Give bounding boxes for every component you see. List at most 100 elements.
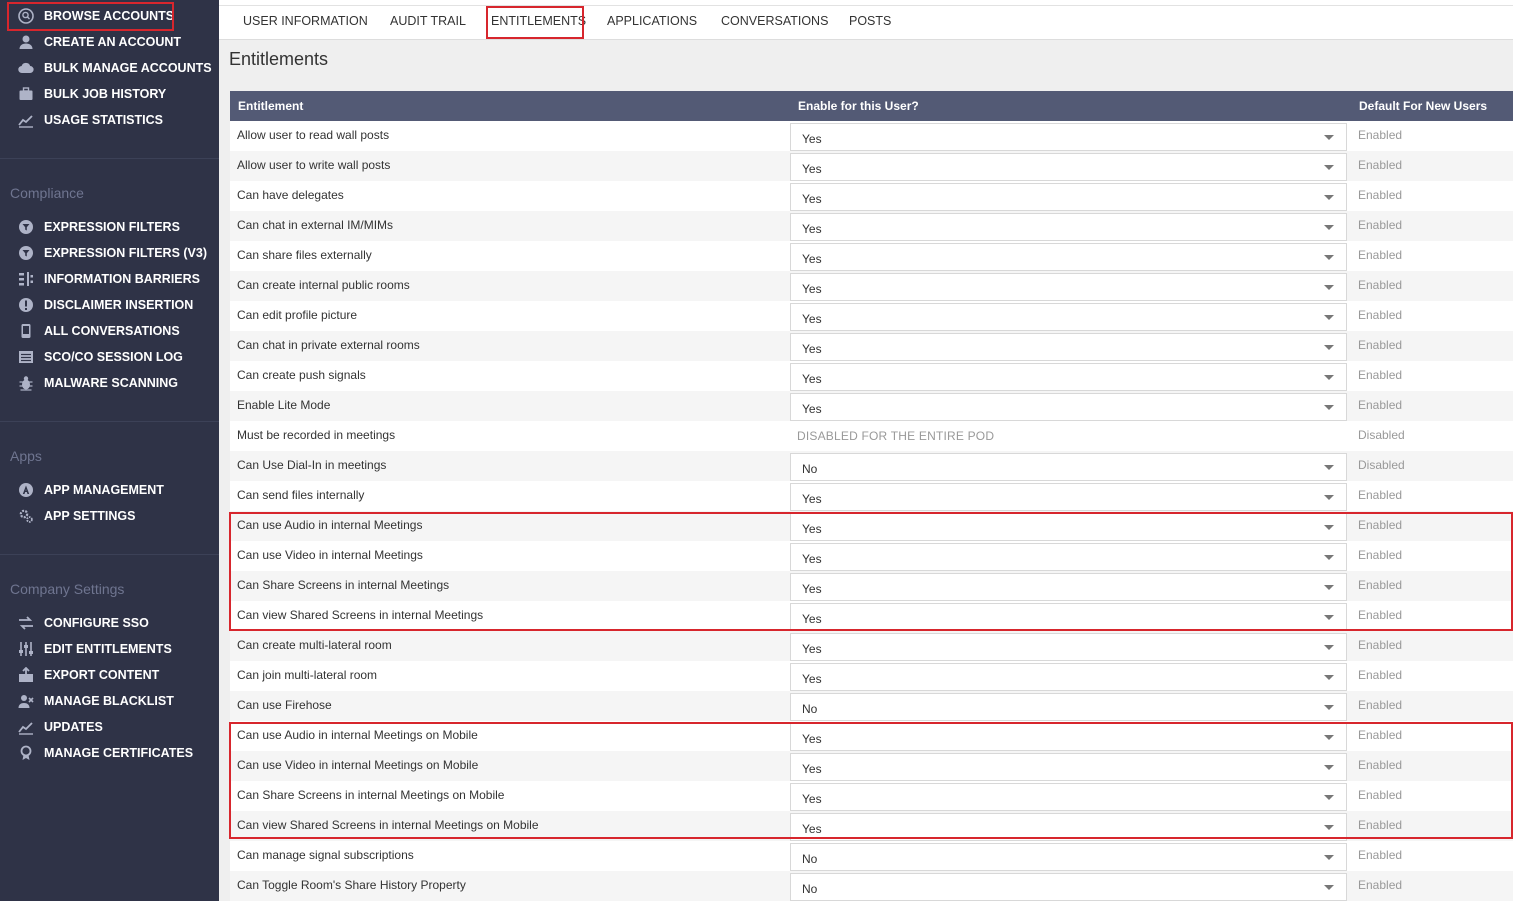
user-icon xyxy=(18,34,34,50)
sidebar-item-expression-filters[interactable]: EXPRESSION FILTERS xyxy=(0,214,219,240)
table-row: Can use Audio in internal Meetings on Mo… xyxy=(230,721,1513,751)
sidebar-item-usage-statistics[interactable]: USAGE STATISTICS xyxy=(0,107,219,133)
chevron-down-icon xyxy=(1324,585,1334,590)
enable-select[interactable]: Yes xyxy=(790,123,1347,151)
entitlement-name: Can share files externally xyxy=(237,248,372,262)
sidebar-item-sco-co-session-log[interactable]: SCO/CO SESSION LOG xyxy=(0,344,219,370)
sidebar-item-label: BULK JOB HISTORY xyxy=(44,87,167,101)
column-header-entitlement: Entitlement xyxy=(238,99,304,113)
entitlement-name: Can have delegates xyxy=(237,188,344,202)
chevron-down-icon xyxy=(1324,825,1334,830)
default-value: Enabled xyxy=(1358,488,1403,502)
table-row: Can Toggle Room's Share History Property… xyxy=(230,871,1513,901)
enable-select[interactable]: Yes xyxy=(790,153,1347,181)
sidebar-item-updates[interactable]: UPDATES xyxy=(0,714,219,740)
entitlement-name: Can chat in external IM/MIMs xyxy=(237,218,394,232)
sidebar-item-configure-sso[interactable]: CONFIGURE SSO xyxy=(0,610,219,636)
enable-select[interactable]: Yes xyxy=(790,513,1347,541)
enable-select[interactable]: Yes xyxy=(790,543,1347,571)
chevron-down-icon xyxy=(1324,675,1334,680)
enable-select[interactable]: No xyxy=(790,693,1347,721)
table-row: Allow user to write wall posts Yes Enabled xyxy=(230,151,1513,181)
tab-user-information[interactable]: USER INFORMATION xyxy=(243,14,368,28)
sidebar-item-all-conversations[interactable]: ALL CONVERSATIONS xyxy=(0,318,219,344)
table-row: Can manage signal subscriptions No Enabled xyxy=(230,841,1513,871)
table-row: Can view Shared Screens in internal Meet… xyxy=(230,811,1513,841)
sidebar-item-edit-entitlements[interactable]: EDIT ENTITLEMENTS xyxy=(0,636,219,662)
entitlement-name: Can use Video in internal Meetings xyxy=(237,548,423,562)
tab-applications[interactable]: APPLICATIONS xyxy=(607,14,697,28)
sidebar-item-label: EXPORT CONTENT xyxy=(44,668,160,682)
default-value: Enabled xyxy=(1358,278,1403,292)
select-value: No xyxy=(802,462,818,476)
sidebar-item-label: MALWARE SCANNING xyxy=(44,376,179,390)
sidebar-item-expression-filters-v3[interactable]: EXPRESSION FILTERS (V3) xyxy=(0,240,219,266)
enable-select[interactable]: Yes xyxy=(790,243,1347,271)
table-header: Entitlement Enable for this User? Defaul… xyxy=(230,91,1513,121)
table-row: Can create push signals Yes Enabled xyxy=(230,361,1513,391)
enable-select[interactable]: Yes xyxy=(790,393,1347,421)
sidebar-item-create-account[interactable]: CREATE AN ACCOUNT xyxy=(0,29,219,55)
enable-select[interactable]: Yes xyxy=(790,813,1347,841)
cloud-icon xyxy=(18,60,34,76)
enable-select[interactable]: Yes xyxy=(790,213,1347,241)
sidebar-item-information-barriers[interactable]: INFORMATION BARRIERS xyxy=(0,266,219,292)
enable-select[interactable]: Yes xyxy=(790,573,1347,601)
enable-select[interactable]: Yes xyxy=(790,783,1347,811)
tab-posts[interactable]: POSTS xyxy=(849,14,891,28)
enable-select[interactable]: Yes xyxy=(790,363,1347,391)
enable-select[interactable]: No xyxy=(790,843,1347,871)
sidebar-item-label: MANAGE BLACKLIST xyxy=(44,694,174,708)
sidebar-item-bulk-job-history[interactable]: BULK JOB HISTORY xyxy=(0,81,219,107)
certificate-icon xyxy=(18,745,34,761)
sidebar-item-malware-scanning[interactable]: MALWARE SCANNING xyxy=(0,370,219,396)
sliders-icon xyxy=(18,641,34,657)
enable-select[interactable]: Yes xyxy=(790,273,1347,301)
sidebar-item-label: DISCLAIMER INSERTION xyxy=(44,298,194,312)
entitlement-name: Can create push signals xyxy=(237,368,366,382)
sidebar-item-app-settings[interactable]: APP SETTINGS xyxy=(0,503,219,529)
enable-select[interactable]: No xyxy=(790,873,1347,901)
sidebar-item-export-content[interactable]: EXPORT CONTENT xyxy=(0,662,219,688)
table-row: Enable Lite Mode Yes Enabled xyxy=(230,391,1513,421)
entitlement-name: Can Share Screens in internal Meetings o… xyxy=(237,788,505,802)
tab-entitlements[interactable]: ENTITLEMENTS xyxy=(491,14,586,28)
table-row: Can have delegates Yes Enabled xyxy=(230,181,1513,211)
enable-select[interactable]: Yes xyxy=(790,723,1347,751)
search-user-icon xyxy=(18,8,34,24)
chevron-down-icon xyxy=(1324,555,1334,560)
enable-select[interactable]: Yes xyxy=(790,633,1347,661)
sidebar-item-label: EXPRESSION FILTERS xyxy=(44,220,180,234)
enable-select[interactable]: Yes xyxy=(790,483,1347,511)
sidebar-item-disclaimer-insertion[interactable]: DISCLAIMER INSERTION xyxy=(0,292,219,318)
default-value: Enabled xyxy=(1358,878,1403,892)
sidebar-item-manage-blacklist[interactable]: MANAGE BLACKLIST xyxy=(0,688,219,714)
sidebar: BROWSE ACCOUNTS CREATE AN ACCOUNT BULK M… xyxy=(0,0,219,901)
log-icon xyxy=(18,349,34,365)
enable-select[interactable]: Yes xyxy=(790,753,1347,781)
sidebar-item-browse-accounts[interactable]: BROWSE ACCOUNTS xyxy=(0,3,219,29)
table-row: Can create multi-lateral room Yes Enabled xyxy=(230,631,1513,661)
sidebar-item-bulk-manage-accounts[interactable]: BULK MANAGE ACCOUNTS xyxy=(0,55,219,81)
chevron-down-icon xyxy=(1324,855,1334,860)
entitlement-name: Can use Audio in internal Meetings on Mo… xyxy=(237,728,478,742)
select-value: Yes xyxy=(802,732,822,746)
tab-conversations[interactable]: CONVERSATIONS xyxy=(721,14,828,28)
enable-select[interactable]: No xyxy=(790,453,1347,481)
sidebar-item-label: EXPRESSION FILTERS (V3) xyxy=(44,246,207,260)
tab-audit-trail[interactable]: AUDIT TRAIL xyxy=(390,14,466,28)
default-value: Enabled xyxy=(1358,578,1403,592)
table-row: Can use Audio in internal Meetings Yes Ena… xyxy=(230,511,1513,541)
entitlement-name: Allow user to read wall posts xyxy=(237,128,390,142)
enable-select[interactable]: Yes xyxy=(790,303,1347,331)
enable-select[interactable]: Yes xyxy=(790,333,1347,361)
export-icon xyxy=(18,667,34,683)
sidebar-item-app-management[interactable]: APP MANAGEMENT xyxy=(0,477,219,503)
select-value: Yes xyxy=(802,822,822,836)
entitlement-name: Can Use Dial-In in meetings xyxy=(237,458,387,472)
enable-select[interactable]: Yes xyxy=(790,663,1347,691)
enable-select[interactable]: Yes xyxy=(790,603,1347,631)
enable-select[interactable]: Yes xyxy=(790,183,1347,211)
chevron-down-icon xyxy=(1324,345,1334,350)
sidebar-item-manage-certificates[interactable]: MANAGE CERTIFICATES xyxy=(0,740,219,766)
